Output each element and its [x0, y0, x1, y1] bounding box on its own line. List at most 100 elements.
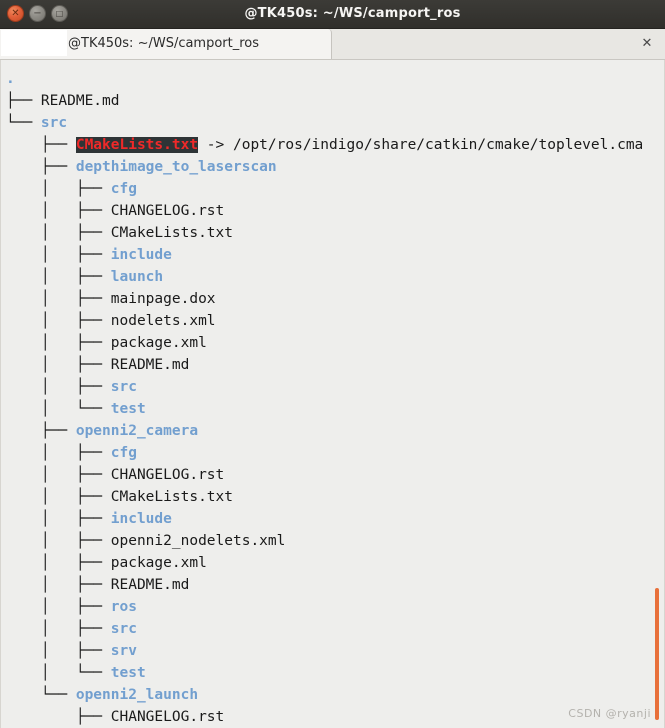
- terminal-body[interactable]: . ├── README.md └── src ├── CMakeLists.txt…: [0, 60, 665, 728]
- tree-branch-glyph: │ ├──: [6, 511, 111, 527]
- tree-file-name[interactable]: package.xml: [111, 555, 207, 571]
- tree-directory-name[interactable]: launch: [111, 269, 163, 285]
- tree-directory-name[interactable]: include: [111, 247, 172, 263]
- tree-branch-glyph: │ ├──: [6, 379, 111, 395]
- tree-branch-glyph: │ ├──: [6, 269, 111, 285]
- tree-directory-name[interactable]: src: [41, 115, 67, 131]
- tree-line: └── src: [6, 112, 664, 134]
- tree-line: │ ├── CMakeLists.txt: [6, 222, 664, 244]
- tree-branch-glyph: │ ├──: [6, 225, 111, 241]
- tree-line: │ ├── src: [6, 618, 664, 640]
- tree-root-label: .: [6, 71, 15, 87]
- tree-line: ├── depthimage_to_laserscan: [6, 156, 664, 178]
- tree-branch-glyph: │ ├──: [6, 291, 111, 307]
- tree-branch-glyph: │ ├──: [6, 643, 111, 659]
- tree-branch-glyph: │ ├──: [6, 313, 111, 329]
- tree-branch-glyph: ├──: [6, 159, 76, 175]
- tree-line: │ ├── include: [6, 244, 664, 266]
- tab-close-icon[interactable]: ✕: [637, 34, 657, 54]
- tree-branch-glyph: ├──: [6, 137, 76, 153]
- tree-branch-glyph: └──: [6, 115, 41, 131]
- tree-directory-name[interactable]: include: [111, 511, 172, 527]
- tree-directory-name[interactable]: openni2_launch: [76, 687, 198, 703]
- tree-directory-name[interactable]: srv: [111, 643, 137, 659]
- tree-line: │ ├── package.xml: [6, 552, 664, 574]
- tree-file-name[interactable]: README.md: [111, 577, 190, 593]
- tree-line: │ ├── src: [6, 376, 664, 398]
- tree-line: ├── README.md: [6, 90, 664, 112]
- tree-line: │ ├── include: [6, 508, 664, 530]
- tree-file-name[interactable]: package.xml: [111, 335, 207, 351]
- tree-directory-name[interactable]: ros: [111, 599, 137, 615]
- tree-line: │ ├── srv: [6, 640, 664, 662]
- tree-line: │ ├── CHANGELOG.rst: [6, 464, 664, 486]
- tree-line: │ ├── openni2_nodelets.xml: [6, 530, 664, 552]
- tree-branch-glyph: │ ├──: [6, 555, 111, 571]
- tree-directory-name[interactable]: openni2_camera: [76, 423, 198, 439]
- tree-branch-glyph: │ ├──: [6, 533, 111, 549]
- tree-line: │ ├── nodelets.xml: [6, 310, 664, 332]
- terminal-scrollbar[interactable]: [650, 60, 662, 728]
- tree-directory-name[interactable]: depthimage_to_laserscan: [76, 159, 277, 175]
- scrollbar-thumb[interactable]: [655, 588, 659, 720]
- tab-bar: @TK450s: ~/WS/camport_ros ✕: [0, 29, 665, 60]
- tree-branch-glyph: ├──: [6, 93, 41, 109]
- tree-line: │ └── test: [6, 662, 664, 684]
- tree-file-name[interactable]: CHANGELOG.rst: [111, 203, 225, 219]
- tab-redaction-block: [1, 30, 67, 56]
- tree-line: │ ├── README.md: [6, 574, 664, 596]
- tree-line: │ ├── CHANGELOG.rst: [6, 200, 664, 222]
- tree-branch-glyph: ├──: [6, 423, 76, 439]
- tree-line: │ ├── cfg: [6, 442, 664, 464]
- tree-file-name[interactable]: mainpage.dox: [111, 291, 216, 307]
- watermark: CSDN @ryanji: [568, 707, 651, 720]
- tree-branch-glyph: ├──: [6, 709, 111, 725]
- symlink-target-path: /opt/ros/indigo/share/catkin/cmake/tople…: [232, 137, 644, 153]
- tree-line: │ ├── cfg: [6, 178, 664, 200]
- tree-branch-glyph: │ ├──: [6, 577, 111, 593]
- tree-root-line: .: [6, 68, 664, 90]
- tree-line: │ ├── README.md: [6, 354, 664, 376]
- tree-file-name[interactable]: CMakeLists.txt: [111, 489, 233, 505]
- terminal-tab[interactable]: @TK450s: ~/WS/camport_ros: [0, 29, 332, 59]
- tree-branch-glyph: └──: [6, 687, 76, 703]
- tree-file-name[interactable]: openni2_nodelets.xml: [111, 533, 286, 549]
- tree-branch-glyph: │ ├──: [6, 445, 111, 461]
- tree-line: ├── CMakeLists.txt -> /opt/ros/indigo/sh…: [6, 134, 664, 156]
- tree-file-name[interactable]: CHANGELOG.rst: [111, 467, 225, 483]
- tree-file-name[interactable]: CHANGELOG.rst: [111, 709, 225, 725]
- window-titlebar: ✕ − □ @TK450s: ~/WS/camport_ros: [0, 0, 665, 29]
- tree-line: │ ├── launch: [6, 266, 664, 288]
- tree-branch-glyph: │ ├──: [6, 203, 111, 219]
- tree-directory-name[interactable]: cfg: [111, 445, 137, 461]
- tree-branch-glyph: │ ├──: [6, 621, 111, 637]
- tree-file-name[interactable]: README.md: [41, 93, 120, 109]
- tree-branch-glyph: │ └──: [6, 665, 111, 681]
- terminal-window: ✕ − □ @TK450s: ~/WS/camport_ros @TK450s:…: [0, 0, 665, 728]
- tree-symlink-name[interactable]: CMakeLists.txt: [75, 137, 199, 153]
- tree-line: │ ├── mainpage.dox: [6, 288, 664, 310]
- tree-file-name[interactable]: README.md: [111, 357, 190, 373]
- symlink-arrow: ->: [198, 137, 233, 153]
- tree-directory-name[interactable]: src: [111, 621, 137, 637]
- tree-branch-glyph: │ └──: [6, 401, 111, 417]
- tree-branch-glyph: │ ├──: [6, 489, 111, 505]
- tab-label: @TK450s: ~/WS/camport_ros: [68, 36, 260, 51]
- tree-line: │ ├── package.xml: [6, 332, 664, 354]
- tree-file-name[interactable]: CMakeLists.txt: [111, 225, 233, 241]
- tree-branch-glyph: │ ├──: [6, 335, 111, 351]
- tree-line: └── openni2_launch: [6, 684, 664, 706]
- terminal-output: . ├── README.md └── src ├── CMakeLists.txt…: [6, 68, 664, 728]
- tree-line: │ ├── ros: [6, 596, 664, 618]
- tree-file-name[interactable]: nodelets.xml: [111, 313, 216, 329]
- tree-branch-glyph: │ ├──: [6, 357, 111, 373]
- tree-directory-name[interactable]: test: [111, 401, 146, 417]
- tree-branch-glyph: │ ├──: [6, 599, 111, 615]
- tree-directory-name[interactable]: src: [111, 379, 137, 395]
- tree-line: ├── openni2_camera: [6, 420, 664, 442]
- tree-line: │ ├── CMakeLists.txt: [6, 486, 664, 508]
- tree-branch-glyph: │ ├──: [6, 181, 111, 197]
- tree-directory-name[interactable]: test: [111, 665, 146, 681]
- tree-line: │ └── test: [6, 398, 664, 420]
- tree-directory-name[interactable]: cfg: [111, 181, 137, 197]
